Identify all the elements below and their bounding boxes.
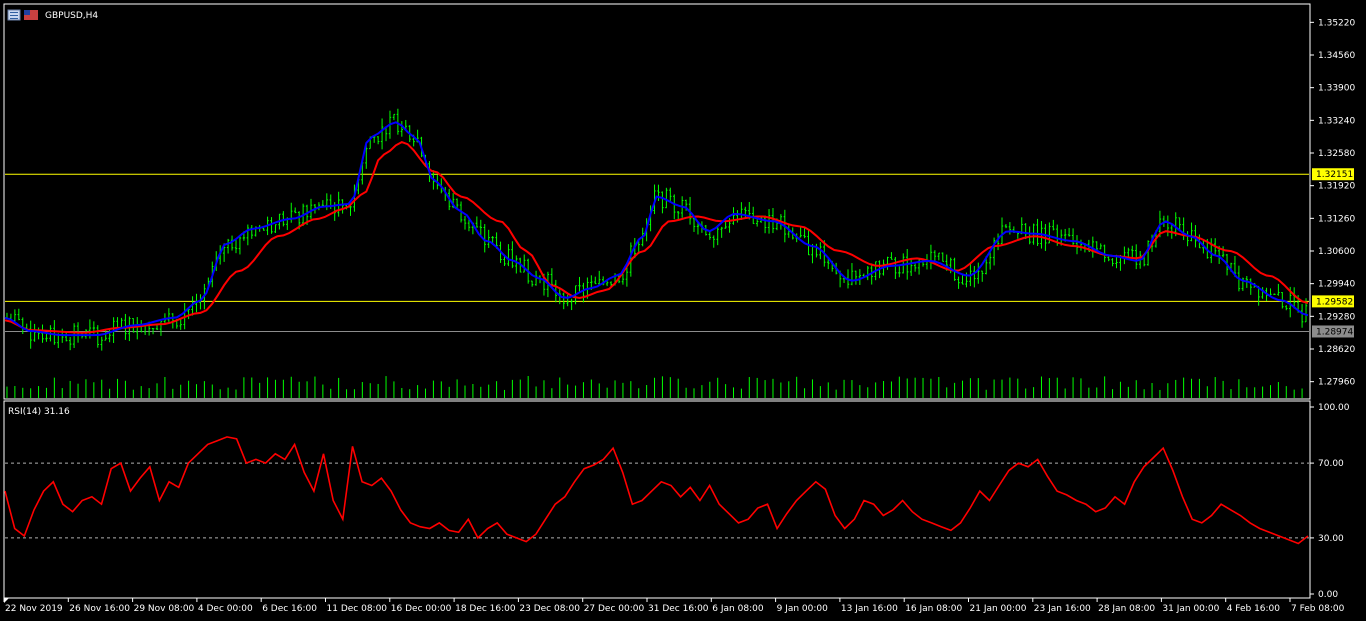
price-tick-label: 1.32580: [1318, 149, 1355, 159]
time-tick-label: 11 Dec 08:00: [327, 604, 388, 614]
time-tick-label: 6 Jan 08:00: [712, 604, 764, 614]
time-tick-label: 13 Jan 16:00: [841, 604, 898, 614]
price-line-label: 1.28974: [1316, 327, 1353, 337]
rsi-title: RSI(14) 31.16: [8, 407, 70, 417]
time-tick-label: 27 Dec 00:00: [584, 604, 645, 614]
time-tick-label: 21 Jan 00:00: [970, 604, 1027, 614]
time-tick-label: 29 Nov 08:00: [134, 604, 195, 614]
time-tick-label: 4 Dec 00:00: [198, 604, 253, 614]
time-tick-label: 7 Feb 08:00: [1291, 604, 1345, 614]
price-tick-label: 1.28620: [1318, 345, 1355, 355]
time-tick-label: 6 Dec 16:00: [262, 604, 317, 614]
time-tick-label: 22 Nov 2019: [5, 604, 63, 614]
time-tick-label: 4 Feb 16:00: [1227, 604, 1281, 614]
time-tick-label: 16 Dec 00:00: [391, 604, 452, 614]
time-tick-label: 23 Jan 16:00: [1034, 604, 1091, 614]
time-tick-label: 16 Jan 08:00: [905, 604, 962, 614]
price-tick-label: 1.29940: [1318, 280, 1355, 290]
price-tick-label: 1.35220: [1318, 18, 1355, 28]
time-tick-label: 31 Dec 16:00: [648, 604, 709, 614]
price-tick-label: 1.33240: [1318, 116, 1355, 126]
time-tick-label: 28 Jan 08:00: [1098, 604, 1155, 614]
price-tick-label: 1.29280: [1318, 312, 1355, 322]
time-tick-label: 23 Dec 08:00: [519, 604, 580, 614]
price-line-label: 1.29582: [1316, 297, 1353, 307]
price-line-label: 1.32151: [1316, 170, 1353, 180]
price-tick-label: 1.31260: [1318, 214, 1355, 224]
time-tick-label: 9 Jan 00:00: [777, 604, 829, 614]
rsi-tick-label: 0.00: [1318, 590, 1338, 600]
symbol-timeframe-title: GBPUSD,H4: [45, 11, 98, 21]
price-tick-label: 1.31920: [1318, 182, 1355, 192]
price-tick-label: 1.33900: [1318, 84, 1355, 94]
price-tick-label: 1.34560: [1318, 51, 1355, 61]
time-tick-label: 26 Nov 16:00: [69, 604, 130, 614]
time-tick-label: 18 Dec 16:00: [455, 604, 516, 614]
rsi-tick-label: 100.00: [1318, 403, 1350, 413]
price-tick-label: 1.27960: [1318, 378, 1355, 388]
price-tick-label: 1.30600: [1318, 247, 1355, 257]
rsi-tick-label: 70.00: [1318, 459, 1344, 469]
rsi-tick-label: 30.00: [1318, 534, 1344, 544]
trading-chart-window[interactable]: 1.35220 1.34560 1.33900 1.33240 1.32580 1.319…: [0, 0, 1366, 621]
time-tick-label: 31 Jan 00:00: [1162, 604, 1219, 614]
